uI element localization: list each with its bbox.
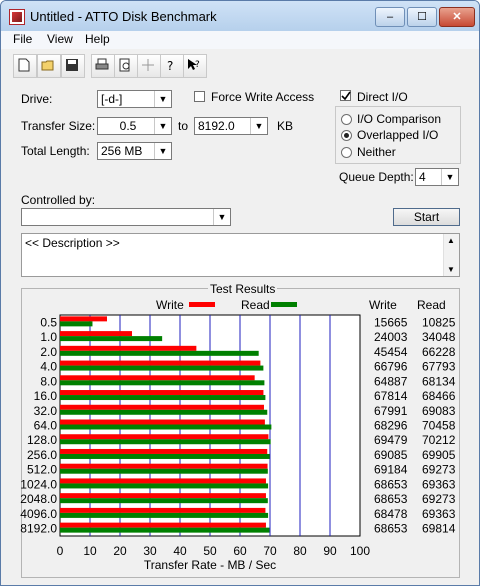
read-value: 69814 (422, 522, 456, 536)
read-bar (60, 439, 271, 445)
x-tick-label: 10 (83, 544, 97, 558)
x-tick-label: 90 (323, 544, 337, 558)
category-label: 128.0 (27, 433, 57, 447)
category-label: 2048.0 (20, 492, 57, 506)
write-value: 24003 (374, 330, 408, 344)
read-bar (60, 321, 93, 327)
category-label: 2.0 (40, 345, 57, 359)
write-value: 15665 (374, 315, 408, 329)
app-window: Untitled - ATTO Disk Benchmark – ☐ ✕ Fil… (0, 0, 480, 586)
category-label: 256.0 (27, 448, 57, 462)
category-label: 4.0 (40, 360, 57, 374)
write-bar (60, 493, 266, 499)
x-tick-label: 70 (263, 544, 277, 558)
category-label: 1.0 (40, 330, 57, 344)
write-value: 68653 (374, 522, 408, 536)
read-value: 70458 (422, 419, 456, 433)
read-value: 66228 (422, 345, 456, 359)
write-value: 66796 (374, 360, 408, 374)
write-bar (60, 345, 197, 351)
read-bar (60, 453, 270, 459)
x-tick-label: 20 (113, 544, 127, 558)
read-value: 69363 (422, 507, 456, 521)
read-bar (60, 336, 163, 342)
write-bar (60, 360, 261, 366)
read-value: 68466 (422, 389, 456, 403)
read-bar (60, 409, 268, 415)
write-value: 69479 (374, 433, 408, 447)
write-bar (60, 434, 269, 440)
read-value: 69273 (422, 463, 456, 477)
write-bar (60, 478, 266, 484)
x-tick-label: 80 (293, 544, 307, 558)
x-tick-label: 0 (57, 544, 64, 558)
write-value: 68653 (374, 477, 408, 491)
write-bar (60, 522, 266, 528)
write-value: 68653 (374, 492, 408, 506)
category-label: 8.0 (40, 374, 57, 388)
x-tick-label: 30 (143, 544, 157, 558)
read-bar (60, 468, 268, 474)
results-chart: 0 10 20 30 40 50 60 70 80 90 100 0.5 15665 10825 1.0 24… (20, 314, 456, 572)
write-value: 69085 (374, 448, 408, 462)
write-bar (60, 419, 265, 425)
read-bar (60, 527, 270, 533)
x-tick-label: 40 (173, 544, 187, 558)
write-bar (60, 390, 264, 396)
read-bar (60, 483, 269, 489)
category-label: 64.0 (34, 419, 58, 433)
x-tick-label: 60 (233, 544, 247, 558)
category-label: 0.5 (40, 315, 57, 329)
write-bar (60, 507, 266, 513)
read-bar (60, 512, 269, 518)
read-bar (60, 498, 268, 504)
write-value: 68296 (374, 419, 408, 433)
category-label: 512.0 (27, 463, 57, 477)
read-bar (60, 395, 266, 401)
x-axis-label: Transfer Rate - MB / Sec (144, 558, 276, 572)
category-label: 1024.0 (20, 477, 57, 491)
x-tick-label: 50 (203, 544, 217, 558)
read-value: 69083 (422, 404, 456, 418)
write-bar (60, 375, 255, 381)
category-label: 16.0 (34, 389, 58, 403)
write-value: 67814 (374, 389, 408, 403)
category-label: 8192.0 (20, 522, 57, 536)
read-bar (60, 380, 265, 386)
write-bar (60, 316, 107, 322)
read-bar (60, 365, 264, 371)
x-tick-label: 100 (350, 544, 370, 558)
read-value: 34048 (422, 330, 456, 344)
write-value: 69184 (374, 463, 408, 477)
write-bar (60, 404, 264, 410)
read-value: 68134 (422, 374, 456, 388)
write-bar (60, 448, 268, 454)
category-label: 4096.0 (20, 507, 57, 521)
category-label: 32.0 (34, 404, 58, 418)
read-value: 70212 (422, 433, 456, 447)
write-value: 67991 (374, 404, 408, 418)
read-bar (60, 424, 272, 430)
write-value: 45454 (374, 345, 408, 359)
write-bar (60, 331, 133, 337)
read-value: 69363 (422, 477, 456, 491)
write-bar (60, 463, 268, 469)
write-value: 68478 (374, 507, 408, 521)
write-value: 64887 (374, 374, 408, 388)
read-value: 67793 (422, 360, 456, 374)
read-value: 69273 (422, 492, 456, 506)
read-value: 69905 (422, 448, 456, 462)
read-value: 10825 (422, 315, 456, 329)
read-bar (60, 350, 259, 356)
